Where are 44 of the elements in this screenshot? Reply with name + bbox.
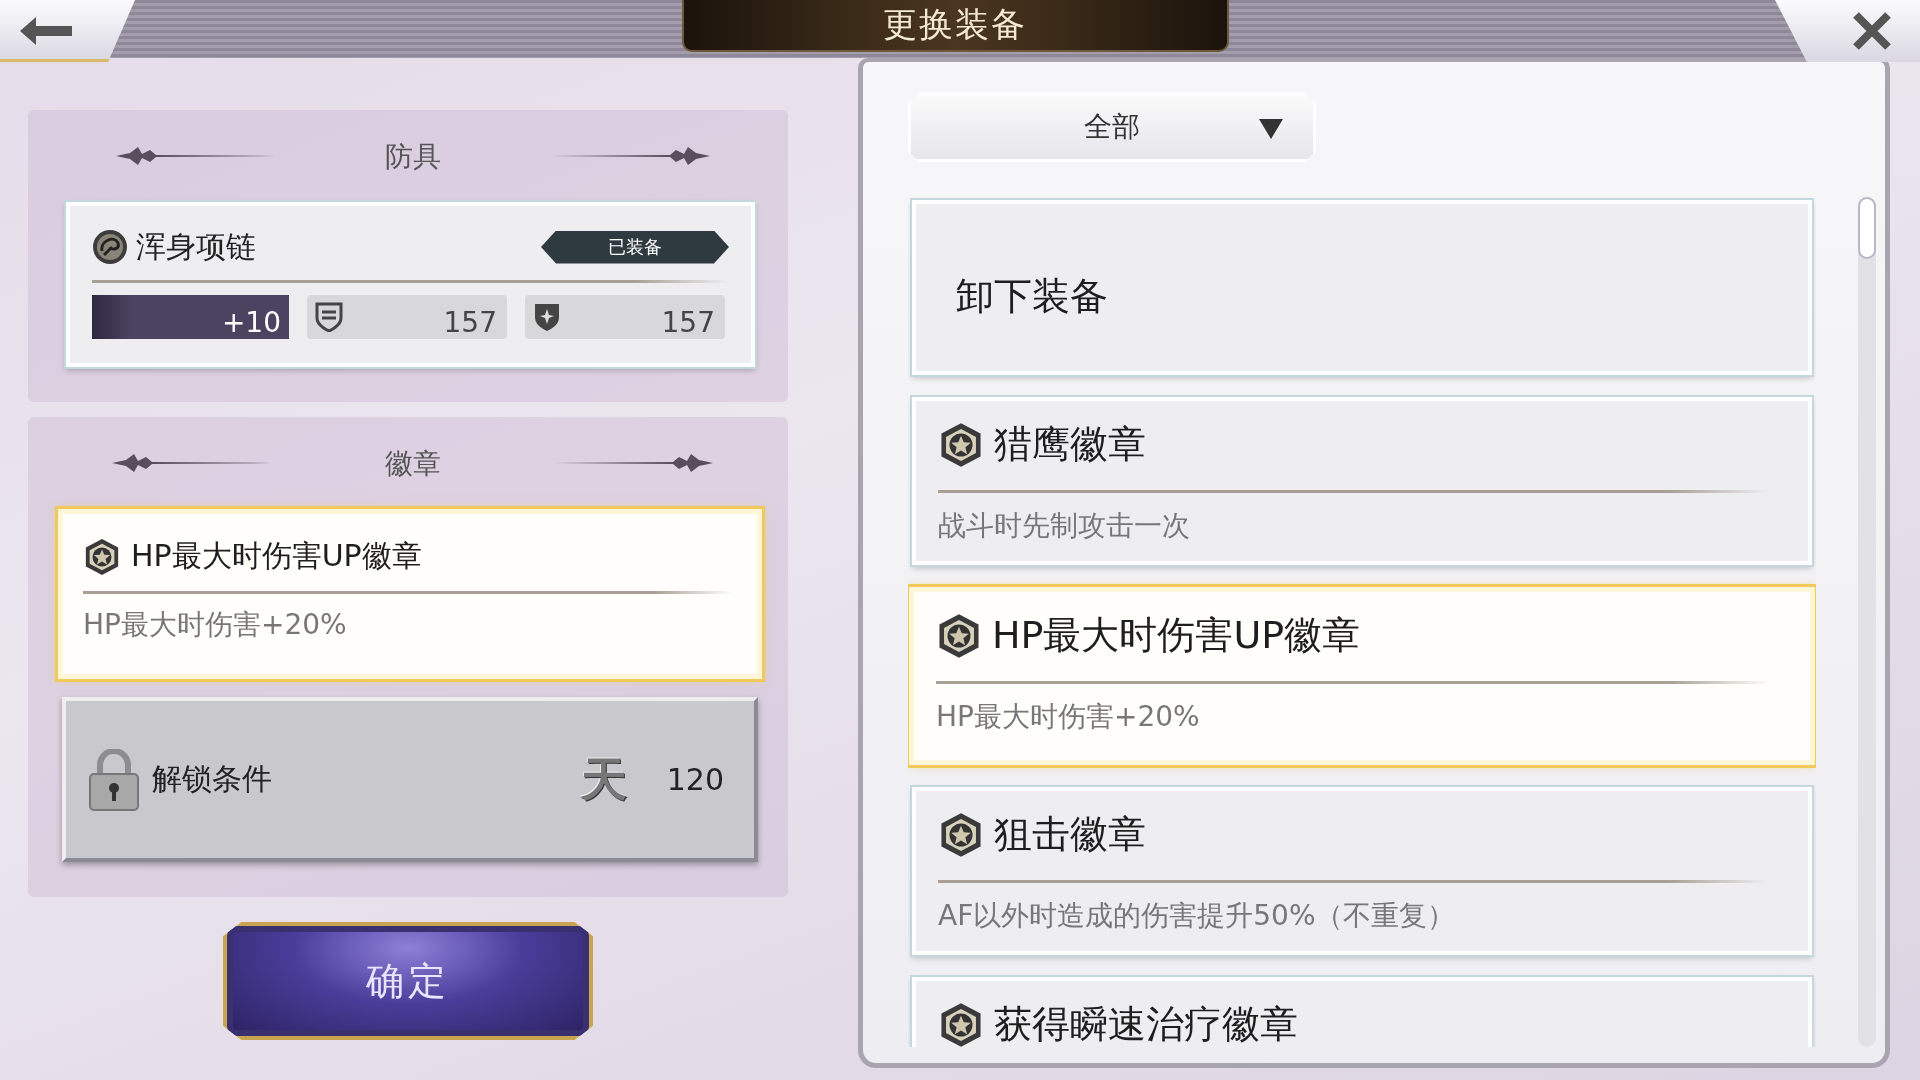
star-badge-icon [938,1001,984,1047]
shield-icon [315,302,343,332]
resistance-stat: 157 [525,295,725,339]
badge-name: HP最大时伤害UP徽章 [992,612,1361,659]
close-icon [1852,11,1892,51]
badge-card[interactable]: 获得瞬速治疗徽章 [912,977,1812,1047]
filter-dropdown[interactable]: 全部 [908,92,1316,162]
enhance-level: +10 [92,295,289,339]
badge-card[interactable]: HP最大时伤害UP徽章 HP最大时伤害+20% [58,509,762,679]
badge-card[interactable]: HP最大时伤害UP徽章 HP最大时伤害+20% [909,587,1815,765]
unlock-requirement: 120 [666,762,724,797]
badge-description: HP最大时伤害+20% [83,607,348,643]
equipped-badge: 已装备 [541,230,729,264]
badge-card[interactable]: 狙击徽章 AF以外时造成的伤害提升50%（不重复） [912,787,1812,955]
section-heading: 徽章 [384,446,441,482]
section-heading: 防具 [385,139,441,175]
back-arrow-icon [18,15,74,47]
star-badge-icon [83,537,121,576]
unequip-button[interactable]: 卸下装备 [912,200,1812,375]
badge-card[interactable]: 猎鹰徽章 战斗时先制攻击一次 [912,397,1812,565]
badge-name: 获得瞬速治疗徽章 [994,1001,1298,1047]
item-name: 浑身项链 [136,227,256,266]
badge-name: 狙击徽章 [994,811,1146,858]
rank-symbol: 天 [580,750,627,808]
badge-name: HP最大时伤害UP徽章 [131,537,422,575]
scrollbar[interactable] [1858,197,1876,1047]
star-badge-icon [936,612,982,659]
badge-description: 战斗时先制攻击一次 [938,508,1191,544]
shield-cross-icon [533,302,561,332]
star-badge-icon [938,811,984,858]
back-button[interactable] [0,0,135,62]
star-badge-icon [938,421,984,468]
close-button[interactable] [1775,0,1920,62]
confirm-button[interactable]: 确定 [223,922,593,1040]
badge-description: HP最大时伤害+20% [936,699,1201,735]
window-title: 更换装备 [681,0,1229,52]
necklace-icon [92,229,128,265]
badge-name: 猎鹰徽章 [994,421,1146,468]
lock-icon [88,748,140,811]
caret-icon [1259,119,1283,139]
unlock-condition-label: 解锁条件 [152,760,273,798]
scrollbar-thumb[interactable] [1858,197,1876,259]
defense-stat: 157 [307,295,507,339]
badge-description: AF以外时造成的伤害提升50%（不重复） [938,898,1457,934]
